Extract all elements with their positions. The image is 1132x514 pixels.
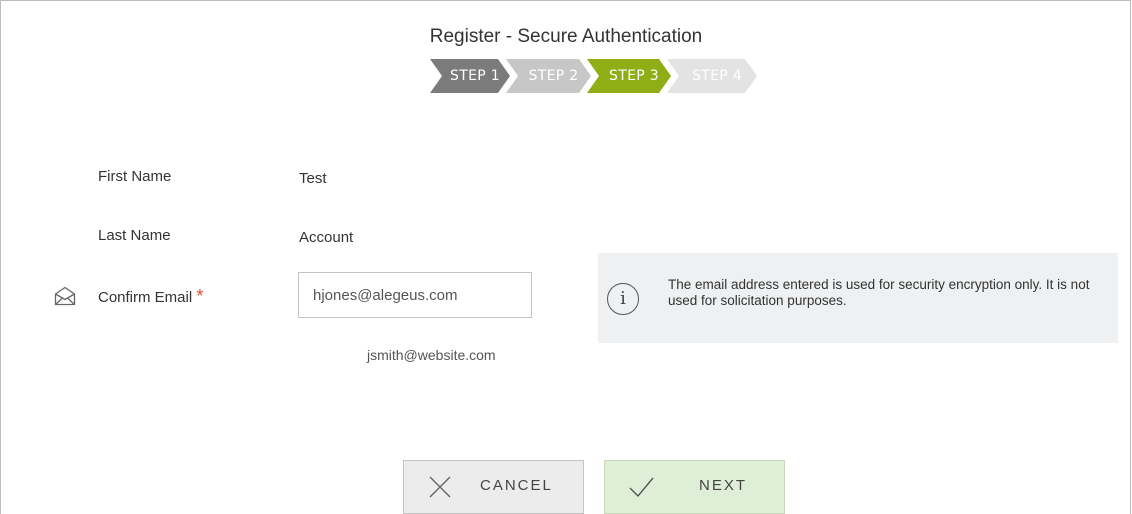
step-2: STEP 2 [506, 59, 591, 93]
close-icon [429, 476, 451, 498]
checkmark-icon [629, 477, 654, 498]
required-marker: * [196, 286, 204, 306]
cancel-button-label: CANCEL [480, 477, 553, 494]
next-button[interactable]: NEXT [604, 460, 785, 514]
last-name-value: Account [299, 229, 354, 246]
confirm-email-input[interactable] [298, 272, 532, 318]
page-title: Register - Secure Authentication [429, 26, 703, 47]
email-hint: jsmith@website.com [367, 347, 496, 363]
first-name-value: Test [299, 170, 327, 187]
last-name-label: Last Name [98, 227, 171, 244]
step-4: STEP 4 [667, 59, 757, 93]
info-icon: i [607, 283, 639, 315]
step-1: STEP 1 [430, 59, 510, 93]
confirm-email-label: Confirm Email * [98, 286, 203, 307]
info-text: The email address entered is used for se… [668, 277, 1090, 308]
step-progress: STEP 1 STEP 2 STEP 3 STEP 4 [430, 59, 760, 93]
first-name-label: First Name [98, 168, 172, 185]
step-3: STEP 3 [587, 59, 671, 93]
envelope-icon [54, 286, 76, 306]
next-button-label: NEXT [699, 477, 748, 494]
confirm-email-label-text: Confirm Email [98, 289, 193, 306]
info-box: i The email address entered is used for … [598, 253, 1118, 343]
cancel-button[interactable]: CANCEL [403, 460, 584, 514]
